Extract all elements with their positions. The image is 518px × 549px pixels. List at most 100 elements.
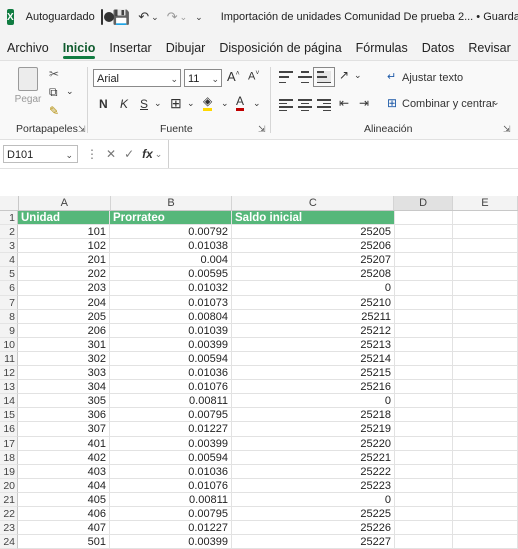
cell-saldo-inicial[interactable]: 0 — [232, 281, 395, 296]
row-header[interactable]: 3 — [0, 239, 18, 254]
cell-unidad[interactable]: 403 — [18, 464, 110, 479]
align-left-icon[interactable] — [279, 99, 293, 111]
cell-saldo-inicial[interactable]: 25207 — [232, 253, 395, 268]
cell-empty[interactable] — [395, 521, 453, 536]
cell-prorrateo[interactable]: 0.01227 — [110, 422, 232, 437]
cell-saldo-inicial[interactable]: 25214 — [232, 351, 395, 367]
row-header[interactable]: 11 — [0, 351, 18, 367]
cell-empty[interactable] — [395, 267, 453, 282]
cell-unidad[interactable]: 306 — [18, 408, 110, 423]
cell-prorrateo[interactable]: 0.00594 — [110, 450, 232, 465]
cell-saldo-inicial[interactable]: 25220 — [232, 436, 395, 451]
cancel-icon[interactable]: ✕ — [106, 147, 116, 161]
copy-dropdown-icon[interactable]: ⌄ — [66, 86, 74, 97]
name-box[interactable]: D101 ⌄ — [3, 145, 78, 163]
row-header[interactable]: 17 — [0, 436, 18, 451]
insert-function-icon[interactable]: fx — [142, 147, 153, 161]
italic-button[interactable]: K — [120, 97, 128, 111]
row-header[interactable]: 2 — [0, 225, 18, 240]
cell-empty[interactable] — [453, 521, 518, 536]
cell-unidad[interactable]: 205 — [18, 309, 110, 324]
more-options-icon[interactable]: ⋮ — [86, 147, 98, 161]
cell-unidad[interactable]: 305 — [18, 394, 110, 409]
cell-empty[interactable] — [453, 239, 518, 254]
font-color-dropdown-icon[interactable]: ⌄ — [253, 98, 261, 109]
cell-empty[interactable] — [453, 323, 518, 338]
align-bottom-icon[interactable] — [313, 67, 335, 87]
cell-saldo-inicial[interactable]: 0 — [232, 394, 395, 409]
cell-prorrateo[interactable]: 0.00795 — [110, 408, 232, 423]
row-header[interactable]: 10 — [0, 337, 18, 352]
row-header[interactable]: 15 — [0, 408, 18, 423]
row-header[interactable]: 12 — [0, 366, 18, 381]
tab-revisar[interactable]: Revisar — [461, 41, 517, 60]
cell-saldo-inicial[interactable]: 25225 — [232, 506, 395, 522]
cell-prorrateo-header[interactable]: Prorrateo — [110, 211, 232, 226]
borders-dropdown-icon[interactable]: ⌄ — [187, 98, 195, 109]
cell-empty[interactable] — [395, 295, 453, 310]
select-all-corner[interactable] — [0, 196, 19, 210]
cell-saldo-inicial[interactable]: 25222 — [232, 464, 395, 479]
cell-saldo-inicial[interactable]: 25206 — [232, 239, 395, 254]
function-dropdown-icon[interactable]: ⌄ — [155, 149, 163, 160]
row-header[interactable]: 9 — [0, 323, 18, 338]
borders-icon[interactable]: ⊞ — [170, 95, 182, 112]
formula-input[interactable] — [168, 140, 518, 168]
cell-empty[interactable] — [395, 323, 453, 338]
cell-empty[interactable] — [453, 267, 518, 282]
save-icon[interactable]: 💾 — [113, 9, 130, 26]
cell-unidad[interactable]: 201 — [18, 253, 110, 268]
cell-empty[interactable] — [395, 225, 453, 240]
column-header-d[interactable]: D — [394, 196, 453, 210]
align-center-icon[interactable] — [298, 99, 312, 111]
cut-icon[interactable]: ✂ — [49, 67, 59, 81]
cell-empty[interactable] — [395, 351, 453, 367]
cell-prorrateo[interactable]: 0.01227 — [110, 521, 232, 536]
row-header[interactable]: 21 — [0, 492, 18, 507]
bold-button[interactable]: N — [99, 97, 108, 111]
cell-saldo-inicial[interactable]: 0 — [232, 492, 395, 507]
merge-center-dropdown-icon[interactable]: ⌄ — [492, 97, 500, 108]
cell-saldo-inicial[interactable]: 25211 — [232, 309, 395, 324]
cell-empty[interactable] — [395, 253, 453, 268]
worksheet-grid[interactable]: A B C D E 1 Unidad Prorrateo Saldo inici… — [0, 196, 518, 549]
cell-unidad[interactable]: 302 — [18, 351, 110, 367]
font-size-select[interactable]: 11 ⌄ — [184, 69, 222, 87]
cell-saldo-inicial[interactable]: 25210 — [232, 295, 395, 310]
cell-prorrateo[interactable]: 0.01032 — [110, 281, 232, 296]
font-name-select[interactable]: Arial ⌄ — [93, 69, 181, 87]
cell-empty[interactable] — [395, 492, 453, 507]
format-painter-icon[interactable]: ✎ — [49, 104, 59, 118]
underline-dropdown-icon[interactable]: ⌄ — [154, 98, 162, 109]
cell-unidad[interactable]: 401 — [18, 436, 110, 451]
cell-saldo-inicial[interactable]: 25221 — [232, 450, 395, 465]
cell-empty[interactable] — [395, 380, 453, 395]
cell-empty[interactable] — [453, 351, 518, 367]
cell-saldo-inicial[interactable]: 25208 — [232, 267, 395, 282]
cell-unidad-header[interactable]: Unidad — [18, 211, 110, 226]
cell-empty[interactable] — [453, 253, 518, 268]
cell-prorrateo[interactable]: 0.00399 — [110, 535, 232, 549]
cell-prorrateo[interactable]: 0.01036 — [110, 366, 232, 381]
cell-empty[interactable] — [453, 394, 518, 409]
redo-dropdown-icon[interactable]: ⌄ — [180, 12, 188, 23]
cell-empty[interactable] — [395, 281, 453, 296]
wrap-text-button[interactable]: Ajustar texto — [402, 72, 463, 84]
row-header[interactable]: 19 — [0, 464, 18, 479]
cell-unidad[interactable]: 102 — [18, 239, 110, 254]
cell-prorrateo[interactable]: 0.01073 — [110, 295, 232, 310]
customize-toolbar-icon[interactable]: ⌄ — [195, 12, 203, 23]
row-header[interactable]: 6 — [0, 281, 18, 296]
cell-prorrateo[interactable]: 0.00804 — [110, 309, 232, 324]
increase-indent-icon[interactable]: ⇥ — [359, 96, 369, 110]
cell-unidad[interactable]: 402 — [18, 450, 110, 465]
cell-prorrateo[interactable]: 0.01039 — [110, 323, 232, 338]
cell-prorrateo[interactable]: 0.01076 — [110, 478, 232, 493]
cell-unidad[interactable]: 501 — [18, 535, 110, 549]
cell-empty[interactable] — [395, 450, 453, 465]
cell-prorrateo[interactable]: 0.00399 — [110, 436, 232, 451]
undo-icon[interactable]: ↶ — [138, 9, 149, 25]
cell-empty[interactable] — [395, 408, 453, 423]
cell-prorrateo[interactable]: 0.00811 — [110, 394, 232, 409]
column-header-c[interactable]: C — [232, 196, 395, 210]
